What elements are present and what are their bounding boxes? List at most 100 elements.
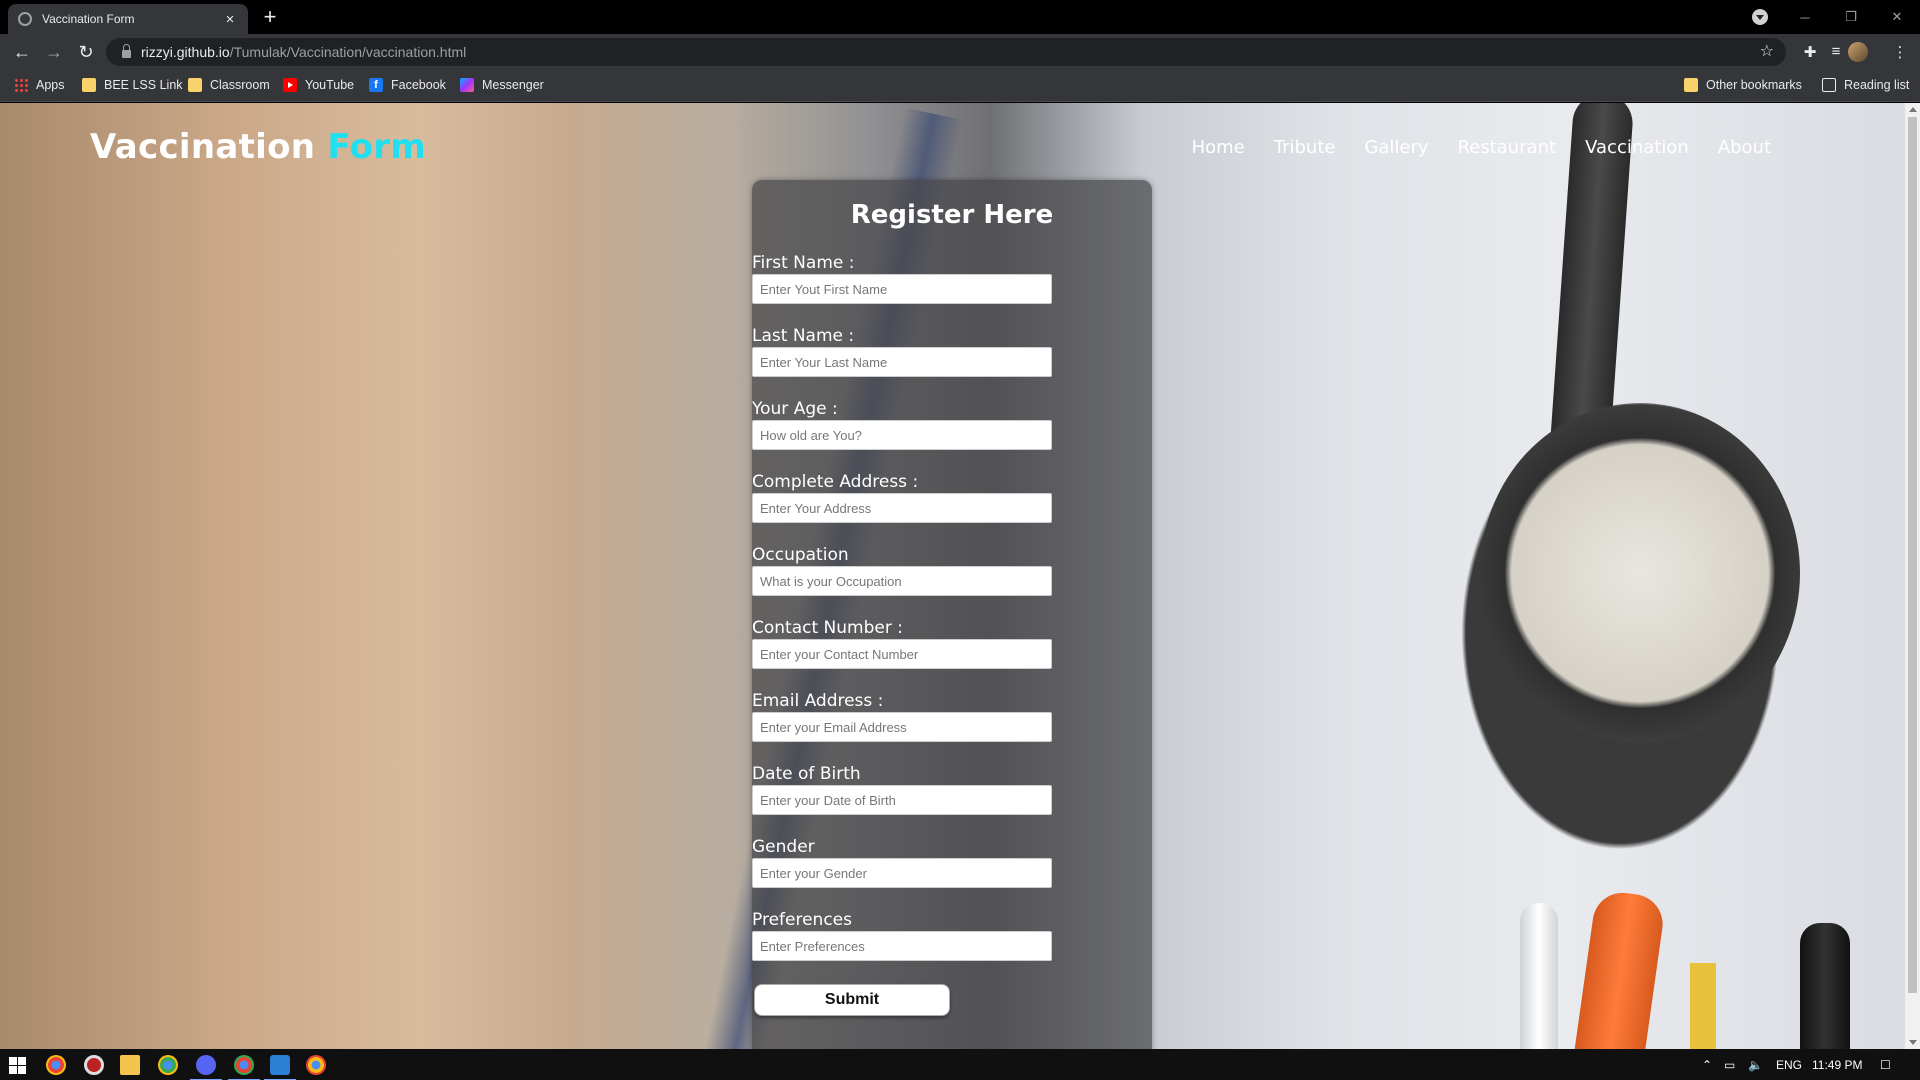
submit-button[interactable]: Submit	[754, 984, 950, 1016]
scroll-down-icon[interactable]	[1909, 1040, 1917, 1045]
nav-restaurant[interactable]: Restaurant	[1458, 137, 1557, 158]
preferences-group: Preferences	[752, 911, 1152, 961]
minimize-button[interactable]: ─	[1782, 0, 1828, 34]
last-name-input[interactable]	[752, 347, 1052, 377]
chrome-icon[interactable]	[306, 1055, 326, 1075]
browser-tab[interactable]: Vaccination Form ×	[8, 4, 248, 34]
forward-button[interactable]: →	[40, 39, 68, 65]
date-of-birth-group: Date of Birth	[752, 765, 1152, 815]
notifications-icon[interactable]: ☐	[1880, 1049, 1891, 1080]
scroll-up-icon[interactable]	[1909, 107, 1917, 112]
background-photo	[1480, 403, 1800, 743]
first-name-label: First Name :	[752, 253, 855, 273]
site-logo: Vaccination Form	[90, 127, 426, 167]
nav-gallery[interactable]: Gallery	[1364, 137, 1428, 158]
tray-overflow-icon[interactable]: ⌃	[1702, 1049, 1712, 1080]
logo-main-text: Vaccination	[90, 127, 316, 167]
email-label: Email Address :	[752, 691, 884, 711]
taskbar: ⌃ ▭ 🔈 ENG 11:49 PM ☐	[0, 1049, 1920, 1080]
nav-home[interactable]: Home	[1192, 137, 1245, 158]
reading-list-button[interactable]: Reading list	[1822, 78, 1909, 92]
clock[interactable]: 11:49 PM	[1812, 1049, 1862, 1080]
background-photo	[1800, 923, 1850, 1049]
tab-search-icon[interactable]	[1752, 9, 1768, 25]
form-title: Register Here	[850, 200, 1054, 230]
media-control-icon[interactable]: ≡	[1826, 43, 1846, 60]
restore-button[interactable]: ❐	[1828, 0, 1874, 34]
background-photo	[1573, 888, 1667, 1049]
browser-toolbar: ← → ↻ rizzyi.github.io/Tumulak/Vaccinati…	[0, 34, 1920, 70]
language-indicator[interactable]: ENG	[1776, 1049, 1802, 1080]
bookmark-star-icon[interactable]: ☆	[1760, 41, 1774, 61]
bookmark-youtube[interactable]: YouTube	[283, 78, 354, 92]
nav-tribute[interactable]: Tribute	[1274, 137, 1336, 158]
bookmark-label: Facebook	[391, 78, 446, 92]
back-button[interactable]: ←	[8, 39, 36, 65]
vscode-icon[interactable]	[264, 1055, 296, 1080]
bookmark-label: Classroom	[210, 78, 270, 92]
folder-icon	[82, 78, 96, 92]
browser-tab-bar: Vaccination Form × + ─ ❐ ✕	[0, 0, 1920, 34]
file-explorer-icon[interactable]	[120, 1055, 140, 1075]
globe-icon	[18, 12, 32, 26]
address-input[interactable]	[752, 493, 1052, 523]
profile-avatar[interactable]	[1848, 42, 1868, 62]
menu-kebab-icon[interactable]: ⋮	[1890, 43, 1910, 61]
url-path: /Tumulak/Vaccination/vaccination.html	[229, 44, 467, 60]
chrome-icon[interactable]	[158, 1055, 178, 1075]
reading-list-icon	[1822, 78, 1836, 92]
tab-close-button[interactable]: ×	[222, 11, 238, 28]
bookmark-bee-lss-link[interactable]: BEE LSS Link	[82, 78, 183, 92]
messenger-icon	[460, 78, 474, 92]
gender-label: Gender	[752, 837, 815, 857]
url-host: rizzyi.github.io	[141, 44, 230, 60]
first-name-group: First Name :	[752, 254, 1152, 304]
page-scrollbar[interactable]	[1905, 103, 1920, 1049]
extensions-icon[interactable]: ✚	[1800, 43, 1820, 61]
contact-number-label: Contact Number :	[752, 618, 903, 638]
discord-icon[interactable]	[190, 1055, 222, 1080]
chrome-icon[interactable]	[228, 1055, 260, 1080]
occupation-input[interactable]	[752, 566, 1052, 596]
bookmark-label: Messenger	[482, 78, 544, 92]
age-group: Your Age :	[752, 400, 1152, 450]
contact-number-group: Contact Number :	[752, 619, 1152, 669]
network-icon[interactable]: ▭	[1724, 1049, 1735, 1080]
windows-start-icon[interactable]	[8, 1055, 28, 1075]
bookmark-apps[interactable]: Apps	[14, 78, 65, 92]
bookmark-label: YouTube	[305, 78, 355, 92]
gender-input[interactable]	[752, 858, 1052, 888]
last-name-group: Last Name :	[752, 327, 1152, 377]
bookmark-messenger[interactable]: Messenger	[460, 78, 544, 92]
lock-icon[interactable]	[122, 44, 131, 58]
address-group: Complete Address :	[752, 473, 1152, 523]
folder-icon	[1684, 78, 1698, 92]
nav-vaccination[interactable]: Vaccination	[1585, 137, 1689, 158]
preferences-input[interactable]	[752, 931, 1052, 961]
site-nav: Home Tribute Gallery Restaurant Vaccinat…	[1192, 137, 1771, 158]
chrome-icon[interactable]	[46, 1055, 66, 1075]
email-input[interactable]	[752, 712, 1052, 742]
scrollbar-thumb[interactable]	[1908, 117, 1917, 993]
background-photo	[1690, 963, 1716, 1049]
occupation-label: Occupation	[752, 545, 849, 565]
record-app-icon[interactable]	[84, 1055, 104, 1075]
close-window-button[interactable]: ✕	[1874, 0, 1920, 34]
bookmark-facebook[interactable]: f Facebook	[369, 78, 446, 92]
date-of-birth-input[interactable]	[752, 785, 1052, 815]
folder-icon	[188, 78, 202, 92]
apps-icon	[14, 78, 28, 92]
age-input[interactable]	[752, 420, 1052, 450]
email-group: Email Address :	[752, 692, 1152, 742]
first-name-input[interactable]	[752, 274, 1052, 304]
reload-button[interactable]: ↻	[72, 39, 100, 65]
bookmark-classroom[interactable]: Classroom	[188, 78, 270, 92]
bookmark-other[interactable]: Other bookmarks	[1684, 78, 1802, 92]
address-bar[interactable]: rizzyi.github.io/Tumulak/Vaccination/vac…	[106, 38, 1786, 66]
nav-about[interactable]: About	[1718, 137, 1771, 158]
contact-number-input[interactable]	[752, 639, 1052, 669]
new-tab-button[interactable]: +	[258, 5, 282, 29]
gender-group: Gender	[752, 838, 1152, 888]
last-name-label: Last Name :	[752, 326, 855, 346]
volume-icon[interactable]: 🔈	[1748, 1049, 1763, 1080]
